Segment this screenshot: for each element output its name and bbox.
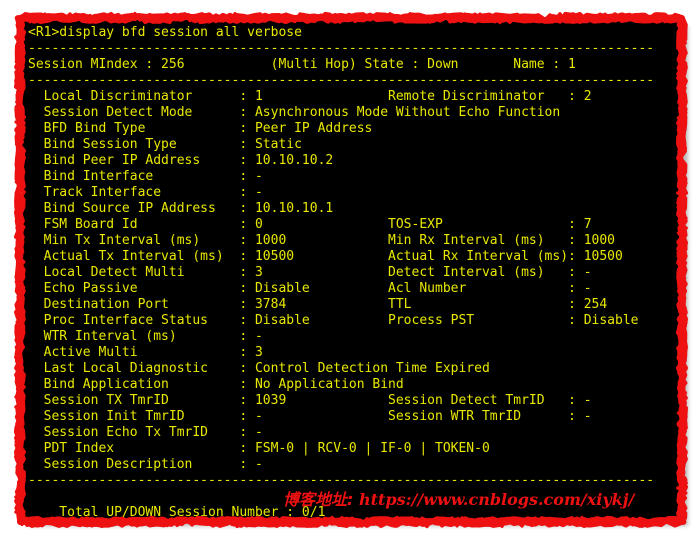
blog-watermark: 博客地址: https://www.cnblogs.com/xiykj/: [283, 486, 634, 510]
terminal-window[interactable]: <R1>display bfd session all verbose ----…: [22, 20, 682, 520]
terminal-output: <R1>display bfd session all verbose ----…: [28, 25, 655, 520]
watermark-prefix-text: 博客地址:: [283, 490, 359, 509]
screenshot-canvas: <R1>display bfd session all verbose ----…: [0, 0, 700, 547]
watermark-url-text: https://www.cnblogs.com/xiykj/: [358, 490, 635, 509]
